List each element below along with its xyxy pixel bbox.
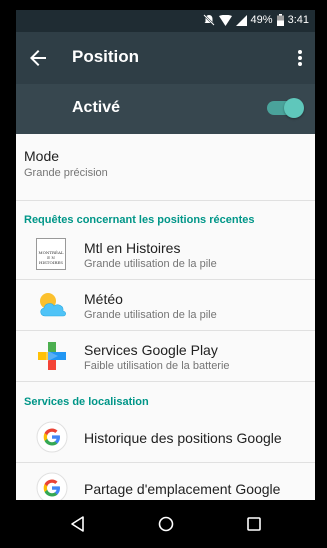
navigation-bar [16, 500, 315, 548]
recent-request-item[interactable]: Météo Grande utilisation de la pile [16, 280, 315, 331]
item-title: Partage d'emplacement Google [84, 481, 281, 497]
page-title: Position [72, 47, 140, 66]
mode-title: Mode [24, 148, 60, 164]
location-master-switch[interactable]: Activé [16, 84, 315, 134]
recent-requests-header: Requêtes concernant les positions récent… [24, 214, 255, 226]
recent-request-item[interactable]: Services Google Play Faible utilisation … [16, 331, 315, 382]
location-service-item[interactable]: Historique des positions Google [16, 412, 315, 463]
recents-nav-icon[interactable] [244, 514, 264, 534]
status-icons: 49% 3:41 [202, 14, 309, 26]
google-play-services-icon [38, 342, 66, 370]
signal-icon [235, 14, 247, 26]
battery-icon [276, 14, 284, 26]
mtl-icon-line-3: HISTOIRES [38, 260, 63, 265]
back-arrow-icon[interactable] [26, 46, 50, 70]
toggle-thumb [284, 98, 304, 118]
location-toggle[interactable] [267, 98, 304, 118]
status-bar: 49% 3:41 [16, 10, 315, 32]
switch-label: Activé [72, 99, 121, 116]
weather-icon [40, 293, 66, 317]
google-icon [36, 421, 68, 453]
do-not-disturb-icon [202, 14, 215, 26]
back-nav-icon[interactable] [68, 514, 88, 534]
mode-setting[interactable]: Mode Grande précision [16, 134, 315, 201]
item-subtitle: Grande utilisation de la pile [84, 258, 217, 270]
item-subtitle: Grande utilisation de la pile [84, 309, 217, 321]
mtl-histoires-icon: MONTRÉAL E N HISTOIRES [36, 238, 68, 270]
location-services-header: Services de localisation [24, 396, 149, 408]
more-options-icon[interactable] [291, 46, 309, 70]
clock: 3:41 [287, 14, 309, 26]
item-title: Historique des positions Google [84, 430, 282, 446]
recent-request-item[interactable]: MONTRÉAL E N HISTOIRES Mtl en Histoires … [16, 229, 315, 280]
app-bar: Position [16, 32, 315, 84]
item-title: Services Google Play [84, 342, 218, 358]
wifi-icon [218, 14, 232, 26]
home-nav-icon[interactable] [156, 514, 176, 534]
item-subtitle: Faible utilisation de la batterie [84, 360, 230, 372]
battery-percent: 49% [250, 14, 273, 26]
mode-value: Grande précision [24, 167, 108, 179]
item-title: Mtl en Histoires [84, 240, 181, 256]
screen: 49% 3:41 Position Activé Mode Grande pré… [16, 10, 315, 548]
item-title: Météo [84, 291, 123, 307]
